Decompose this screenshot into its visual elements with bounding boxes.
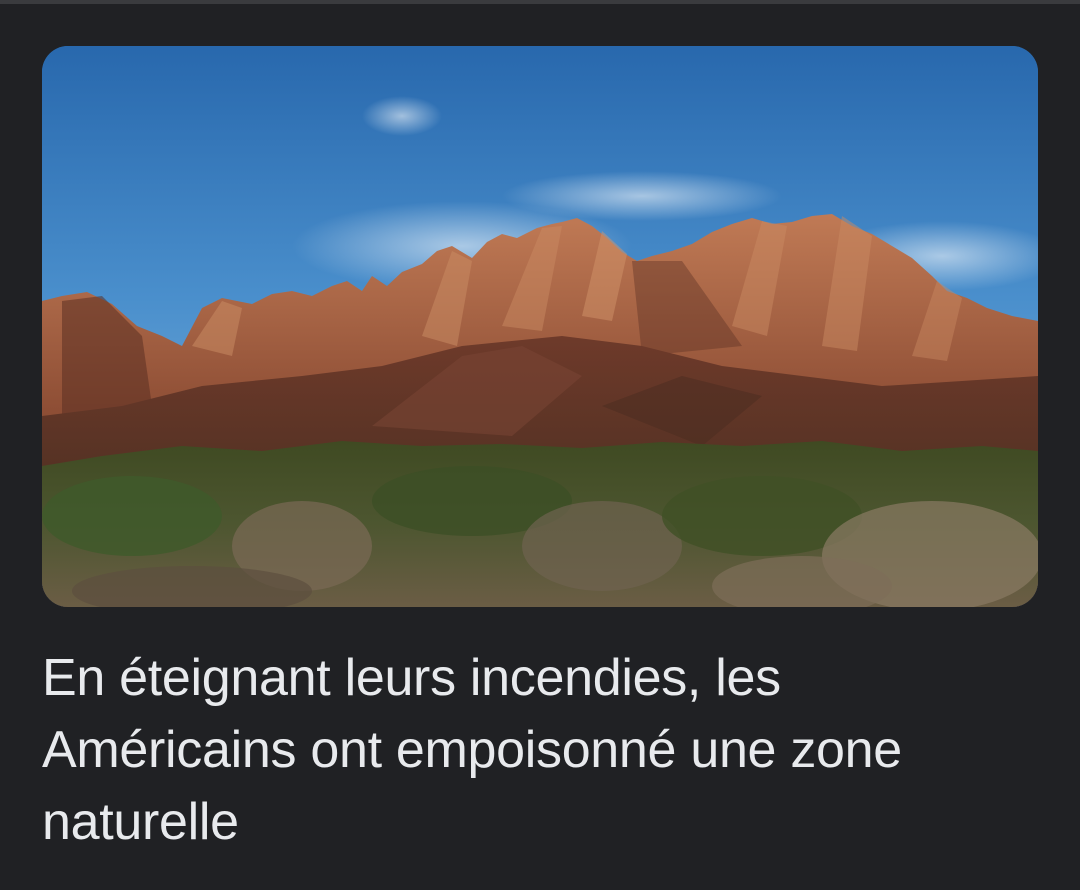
article-headline[interactable]: En éteignant leurs incendies, les Améric…: [42, 642, 1022, 858]
news-card[interactable]: En éteignant leurs incendies, les Améric…: [42, 46, 1038, 860]
mountain-landscape-image: [42, 46, 1038, 607]
article-thumbnail[interactable]: [42, 46, 1038, 607]
top-divider: [0, 0, 1080, 4]
